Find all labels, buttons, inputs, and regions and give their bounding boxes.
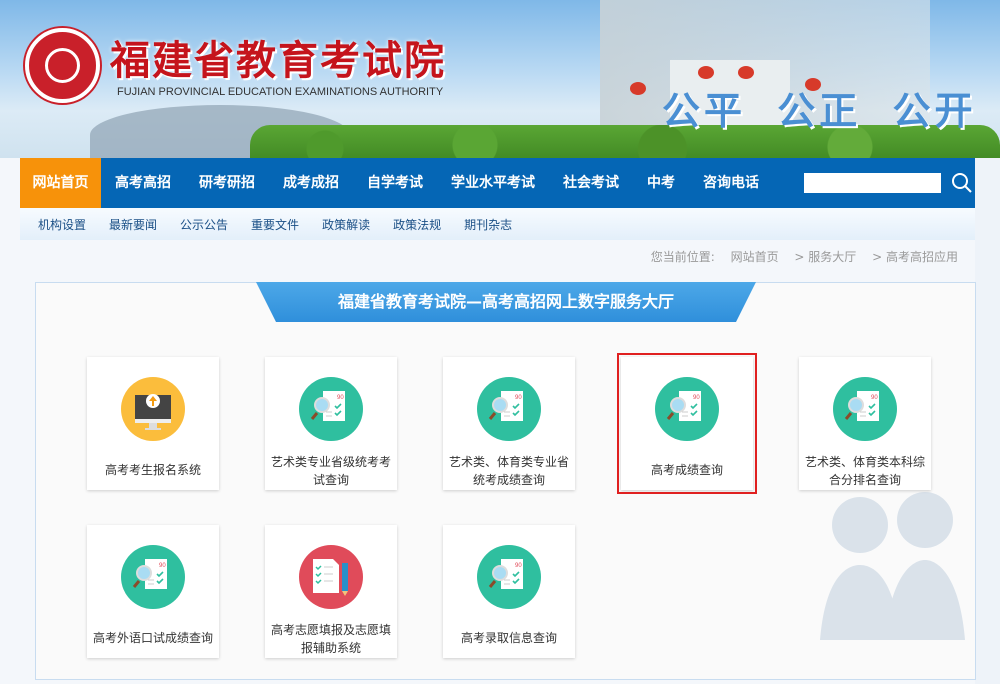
tile-art-sport-ranking[interactable]: 艺术类、体育类本科综合分排名查询 [799, 357, 931, 490]
tile-label: 艺术类、体育类专业省统考成绩查询 [449, 455, 570, 487]
search-input[interactable] [804, 173, 941, 193]
score-search-icon [119, 543, 187, 611]
slogan: 公平 公正 公开 [662, 88, 977, 133]
site-title: 福建省教育考试院 [110, 38, 446, 84]
nav-gaokao[interactable]: 高考高招 [101, 158, 185, 208]
subnav-notices[interactable]: 公示公告 [180, 216, 228, 233]
computer-upload-icon [121, 377, 185, 441]
panel-title: 福建省教育考试院—高考高招网上数字服务大厅 [256, 282, 756, 322]
header-banner: 福建省教育考试院 FUJIAN PROVINCIAL EDUCATION EXA… [0, 0, 1000, 158]
breadcrumb: 您当前位置: 网站首页 > 服务大厅 > 高考高招应用 [639, 248, 958, 265]
checklist-pencil-icon [299, 545, 363, 609]
nav-shehui[interactable]: 社会考试 [549, 158, 633, 208]
nav-xueye[interactable]: 学业水平考试 [437, 158, 549, 208]
tile-label: 高考成绩查询 [650, 463, 723, 477]
tile-label: 高考考生报名系统 [104, 463, 201, 477]
tile-admission-query[interactable]: 高考录取信息查询 [443, 525, 575, 658]
nav-zhongkao[interactable]: 中考 [633, 158, 689, 208]
tile-label: 艺术类专业省级统考考试查询 [271, 455, 392, 487]
score-search-icon [831, 375, 899, 443]
score-search-icon [475, 375, 543, 443]
breadcrumb-service[interactable]: > 服务大厅 [794, 250, 856, 264]
tile-art-sport-score[interactable]: 艺术类、体育类专业省统考成绩查询 [443, 357, 575, 490]
tile-application-system[interactable]: 高考志愿填报及志愿填报辅助系统 [265, 525, 397, 658]
tile-art-exam-query[interactable]: 艺术类专业省级统考考试查询 [265, 357, 397, 490]
tile-gaokao-score[interactable]: 高考成绩查询 [617, 353, 757, 494]
score-search-icon [297, 375, 365, 443]
breadcrumb-home[interactable]: 网站首页 [731, 250, 779, 264]
site-subtitle: FUJIAN PROVINCIAL EDUCATION EXAMINATIONS… [117, 86, 444, 98]
nav-zixue[interactable]: 自学考试 [353, 158, 437, 208]
logo-seal[interactable] [25, 28, 100, 103]
nav-yankao[interactable]: 研考研招 [185, 158, 269, 208]
nav-chengkao[interactable]: 成考成招 [269, 158, 353, 208]
subnav-journal[interactable]: 期刊杂志 [464, 216, 512, 233]
subnav-policy-interpret[interactable]: 政策解读 [322, 216, 370, 233]
score-search-icon [653, 375, 721, 443]
subnav-policy-law[interactable]: 政策法规 [393, 216, 441, 233]
score-search-icon [475, 543, 543, 611]
tile-oral-exam-score[interactable]: 高考外语口试成绩查询 [87, 525, 219, 658]
tile-label: 高考录取信息查询 [460, 631, 557, 645]
customer-service-illustration [815, 480, 975, 640]
main-nav: 网站首页 高考高招 研考研招 成考成招 自学考试 学业水平考试 社会考试 中考 … [20, 158, 975, 208]
subnav-documents[interactable]: 重要文件 [251, 216, 299, 233]
tile-registration[interactable]: 高考考生报名系统 [87, 357, 219, 490]
sub-nav: 机构设置 最新要闻 公示公告 重要文件 政策解读 政策法规 期刊杂志 [20, 208, 975, 240]
tile-label: 高考外语口试成绩查询 [93, 631, 214, 645]
subnav-news[interactable]: 最新要闻 [109, 216, 157, 233]
tile-label: 高考志愿填报及志愿填报辅助系统 [271, 623, 392, 655]
nav-home[interactable]: 网站首页 [20, 158, 101, 208]
search-icon[interactable] [950, 171, 974, 195]
subnav-org[interactable]: 机构设置 [38, 216, 86, 233]
breadcrumb-label: 您当前位置: [650, 250, 715, 264]
nav-hotline[interactable]: 咨询电话 [689, 158, 773, 208]
breadcrumb-current[interactable]: > 高考高招应用 [872, 250, 958, 264]
page-margin [975, 158, 1000, 684]
